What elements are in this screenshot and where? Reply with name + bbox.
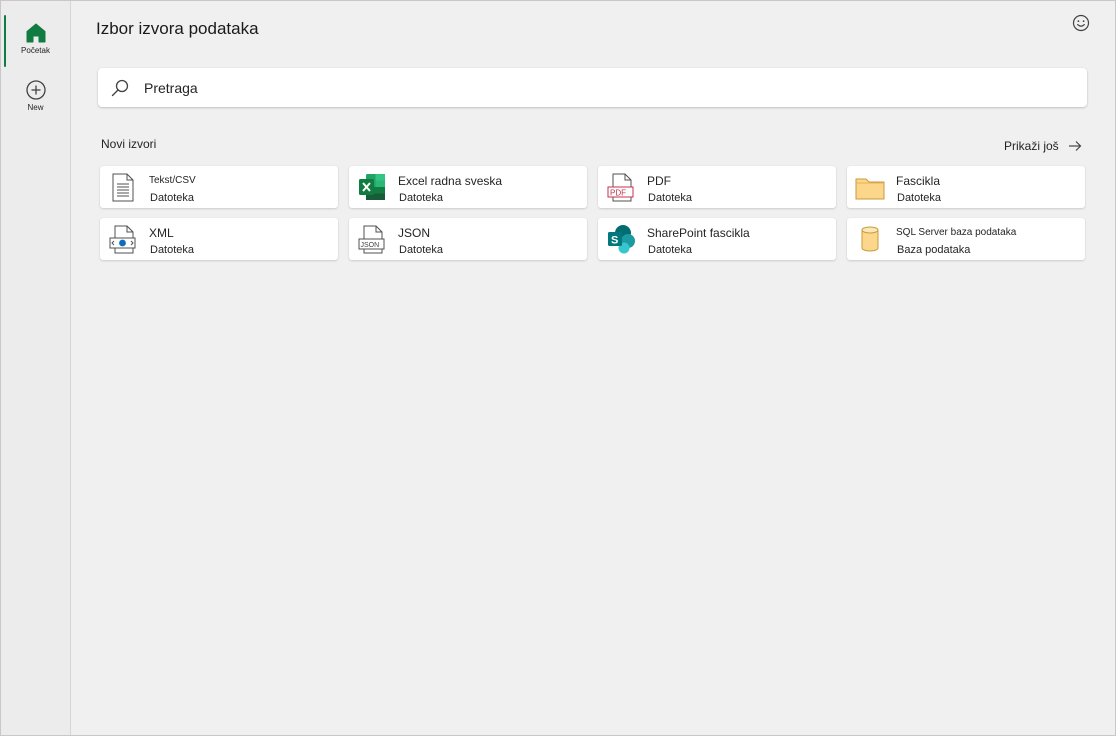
xml-file-icon: [109, 225, 136, 254]
rail-item-home[interactable]: Početak: [1, 15, 70, 67]
rail-item-label: New: [27, 103, 44, 112]
source-name: SharePoint fascikla: [647, 226, 750, 240]
svg-text:S: S: [611, 235, 618, 247]
folder-icon: [855, 178, 885, 200]
active-indicator: [4, 15, 6, 67]
plus-circle-icon: [25, 80, 46, 100]
section-title: Novi izvori: [101, 137, 157, 151]
source-card-sharepoint[interactable]: S SharePoint fascikla Datoteka: [598, 218, 836, 260]
home-icon: [26, 23, 45, 43]
search-box[interactable]: [98, 68, 1087, 107]
arrow-right-icon: [1068, 141, 1082, 151]
json-file-icon: JSON: [358, 225, 385, 254]
text-file-icon: [112, 173, 134, 202]
svg-text:JSON: JSON: [361, 242, 380, 249]
source-type: Datoteka: [399, 244, 444, 256]
rail-item-new[interactable]: New: [1, 77, 70, 121]
source-name: Excel radna sveska: [398, 174, 503, 188]
source-type: Datoteka: [150, 192, 195, 204]
search-input[interactable]: [142, 76, 1046, 100]
source-card-excel[interactable]: Excel radna sveska Datoteka: [349, 166, 587, 208]
sharepoint-icon: S: [608, 225, 635, 254]
source-type: Datoteka: [648, 244, 693, 256]
source-card-pdf[interactable]: PDF PDF Datoteka: [598, 166, 836, 208]
svg-text:PDF: PDF: [610, 189, 626, 198]
source-name: JSON: [398, 226, 431, 240]
source-type: Datoteka: [150, 244, 195, 256]
show-more-link[interactable]: Prikaži još: [1004, 139, 1082, 153]
source-card-text-csv[interactable]: Tekst/CSV Datoteka: [100, 166, 338, 208]
source-type: Datoteka: [897, 192, 942, 204]
source-name: PDF: [647, 174, 671, 188]
source-type: Datoteka: [648, 192, 693, 204]
page-title: Izbor izvora podataka: [96, 19, 259, 38]
source-card-xml[interactable]: XML Datoteka: [100, 218, 338, 260]
source-type: Datoteka: [399, 192, 444, 204]
rail-item-label: Početak: [21, 46, 50, 55]
excel-icon: [359, 174, 385, 200]
search-icon: [111, 79, 129, 97]
database-icon: [861, 226, 879, 252]
source-card-sql-server[interactable]: SQL Server baza podataka Baza podataka: [847, 218, 1085, 260]
smiley-feedback-icon[interactable]: [1071, 13, 1091, 33]
app-window: Početak New Izbor izvora podataka Novi i…: [0, 0, 1116, 736]
source-name: SQL Server baza podataka: [896, 227, 1017, 238]
show-more-label: Prikaži još: [1004, 139, 1059, 153]
source-name: Fascikla: [896, 174, 941, 188]
nav-rail: Početak New: [1, 1, 71, 735]
pdf-icon: PDF: [607, 173, 634, 202]
source-name: XML: [149, 226, 174, 240]
source-name: Tekst/CSV: [149, 175, 196, 186]
source-card-folder[interactable]: Fascikla Datoteka: [847, 166, 1085, 208]
source-type: Baza podataka: [897, 244, 971, 256]
source-card-json[interactable]: JSON JSON Datoteka: [349, 218, 587, 260]
